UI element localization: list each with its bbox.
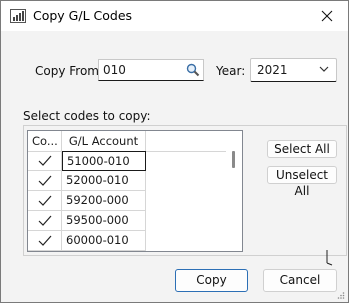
title-bar[interactable]: Copy G/L Codes bbox=[1, 1, 348, 31]
copy-from-label: Copy From: bbox=[35, 64, 104, 78]
chevron-down-icon bbox=[319, 66, 329, 72]
codes-grid[interactable]: Co... G/L Account 51000-010 52000-010 59… bbox=[27, 130, 243, 252]
column-header-copy[interactable]: Co... bbox=[28, 131, 62, 151]
copy-from-search-button[interactable] bbox=[184, 61, 202, 79]
copy-from-value: 010 bbox=[103, 63, 126, 77]
row-checkbox[interactable] bbox=[28, 211, 62, 231]
year-label: Year: bbox=[216, 64, 246, 78]
close-icon bbox=[321, 10, 333, 22]
row-checkbox[interactable] bbox=[28, 231, 62, 251]
checkmark-icon bbox=[38, 235, 51, 246]
year-value: 2021 bbox=[257, 63, 288, 77]
table-row[interactable]: 60000-010 bbox=[28, 231, 146, 251]
column-header-gl-account[interactable]: G/L Account bbox=[62, 131, 146, 151]
row-checkbox[interactable] bbox=[28, 191, 62, 211]
text-cursor-icon bbox=[326, 250, 333, 266]
row-checkbox[interactable] bbox=[28, 171, 62, 191]
close-button[interactable] bbox=[306, 1, 348, 31]
gl-account-cell[interactable]: 60000-010 bbox=[62, 231, 146, 251]
cancel-button[interactable]: Cancel bbox=[263, 269, 337, 292]
window-title: Copy G/L Codes bbox=[33, 8, 133, 23]
checkmark-icon bbox=[38, 215, 51, 226]
year-select[interactable]: 2021 bbox=[250, 58, 337, 82]
resize-grip-icon[interactable] bbox=[337, 291, 345, 299]
table-row[interactable]: 59200-000 bbox=[28, 191, 146, 211]
table-row[interactable]: 59500-000 bbox=[28, 211, 146, 231]
table-row[interactable]: 51000-010 bbox=[28, 151, 146, 171]
select-all-button[interactable]: Select All bbox=[267, 140, 337, 158]
copy-gl-codes-dialog: Copy G/L Codes Copy From: 010 Year: 2021… bbox=[0, 0, 349, 303]
checkmark-icon bbox=[38, 155, 51, 166]
search-icon bbox=[186, 63, 200, 77]
copy-from-input[interactable]: 010 bbox=[98, 59, 204, 81]
grid-vertical-scrollbar[interactable] bbox=[226, 131, 242, 251]
checkmark-icon bbox=[38, 195, 51, 206]
gl-account-cell[interactable]: 52000-010 bbox=[62, 171, 146, 191]
gl-account-cell[interactable]: 59500-000 bbox=[62, 211, 146, 231]
grid-header: Co... G/L Account bbox=[28, 131, 228, 152]
row-checkbox[interactable] bbox=[28, 151, 62, 171]
table-row[interactable]: 52000-010 bbox=[28, 171, 146, 191]
gl-account-cell[interactable]: 51000-010 bbox=[62, 151, 146, 171]
bar-chart-icon bbox=[10, 9, 26, 23]
unselect-all-button[interactable]: Unselect All bbox=[267, 166, 337, 198]
checkmark-icon bbox=[38, 175, 51, 186]
scrollbar-thumb[interactable] bbox=[232, 151, 235, 168]
copy-button[interactable]: Copy bbox=[175, 269, 248, 292]
select-codes-label: Select codes to copy: bbox=[23, 109, 151, 123]
gl-account-cell[interactable]: 59200-000 bbox=[62, 191, 146, 211]
